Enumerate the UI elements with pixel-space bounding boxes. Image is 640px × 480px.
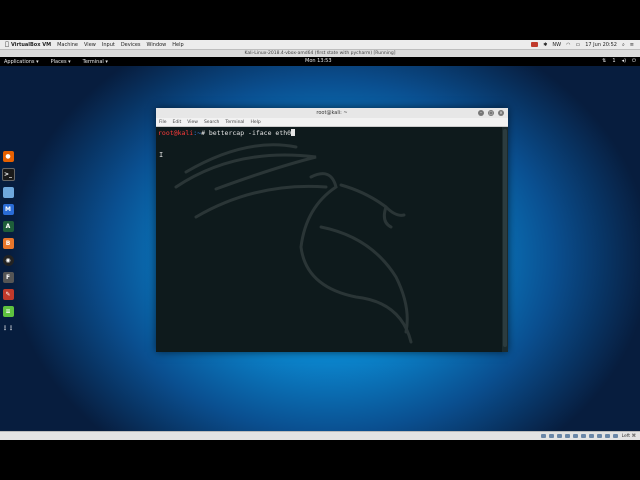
metasploit-icon[interactable]: M bbox=[2, 204, 14, 215]
power-icon[interactable]: ⏻ bbox=[632, 57, 636, 66]
terminal-body[interactable]: root@kali:~# bettercap -iface eth0 I bbox=[156, 127, 502, 352]
vm-status-bar: Left ⌘ bbox=[0, 431, 640, 440]
recording-icon[interactable] bbox=[596, 434, 602, 438]
virtualbox-status-icon[interactable] bbox=[531, 42, 539, 47]
menu-help[interactable]: Help bbox=[172, 42, 183, 48]
network-adapter-icon[interactable] bbox=[564, 434, 570, 438]
prompt-user: root@kali bbox=[158, 129, 194, 137]
menu-machine[interactable]: Machine bbox=[57, 42, 78, 48]
terminal-app-menu[interactable]: Terminal ▾ bbox=[83, 59, 108, 65]
guest-desktop: Applications ▾ Places ▾ Terminal ▾ Mon 1… bbox=[0, 57, 640, 431]
scrollbar-thumb[interactable] bbox=[503, 129, 507, 347]
mac-status-tray: ✱ NW ◠ ▭ 17 Jun 20:52 ⌕ ≡ bbox=[531, 42, 634, 48]
maximize-icon[interactable]: □ bbox=[488, 110, 494, 116]
terminal-menu-terminal[interactable]: Terminal bbox=[225, 120, 244, 125]
bluetooth-icon[interactable]: ✱ bbox=[543, 42, 547, 48]
menu-window[interactable]: Window bbox=[147, 42, 167, 48]
terminal-scrollbar[interactable] bbox=[502, 127, 508, 352]
hdd-icon[interactable] bbox=[540, 434, 546, 438]
menu-devices[interactable]: Devices bbox=[121, 42, 141, 48]
terminal-menubar: File Edit View Search Terminal Help bbox=[156, 118, 508, 127]
terminal-window[interactable]: root@kali: ~ – □ × File Edit View Search… bbox=[156, 108, 508, 352]
apple-icon[interactable]:  bbox=[3, 41, 11, 48]
vm-status-icons bbox=[540, 434, 618, 438]
menu-input[interactable]: Input bbox=[102, 42, 115, 48]
mac-clock[interactable]: 17 Jun 20:52 bbox=[585, 42, 617, 48]
volume-icon[interactable]: ◂) bbox=[622, 57, 626, 66]
usb-icon[interactable] bbox=[572, 434, 578, 438]
mouse-integration-icon[interactable] bbox=[612, 434, 618, 438]
search-icon[interactable]: ⌕ bbox=[622, 42, 625, 48]
prompt-line: root@kali:~# bettercap -iface eth0 bbox=[158, 129, 296, 137]
faraday-icon[interactable]: F bbox=[2, 272, 14, 283]
terminal-titlebar[interactable]: root@kali: ~ – □ × bbox=[156, 108, 508, 118]
terminal-title: root@kali: ~ bbox=[316, 110, 348, 116]
terminal-icon[interactable]: >_ bbox=[1, 168, 15, 181]
menu-virtualbox-vm[interactable]: VirtualBox VM bbox=[11, 42, 51, 48]
armitage-icon[interactable]: A bbox=[2, 221, 14, 232]
text-cursor bbox=[291, 129, 296, 136]
kali-dragon-watermark bbox=[174, 143, 413, 344]
places-menu[interactable]: Places ▾ bbox=[51, 59, 71, 65]
applications-menu[interactable]: Applications ▾ bbox=[4, 59, 39, 65]
cpu-icon[interactable] bbox=[604, 434, 610, 438]
optical-drive-icon[interactable] bbox=[548, 434, 554, 438]
display-icon[interactable] bbox=[588, 434, 594, 438]
maltego-icon[interactable]: ◉ bbox=[2, 255, 14, 266]
firefox-icon[interactable]: ● bbox=[2, 151, 14, 162]
command-text: bettercap -iface eth0 bbox=[204, 129, 292, 137]
minimize-icon[interactable]: – bbox=[478, 110, 484, 116]
gnome-clock[interactable]: Mon 13:53 bbox=[305, 57, 332, 66]
terminal-menu-edit[interactable]: Edit bbox=[173, 120, 182, 125]
terminal-menu-help[interactable]: Help bbox=[250, 120, 260, 125]
network-status[interactable]: NW bbox=[552, 42, 561, 48]
apps-grid-icon[interactable]: ⋮⋮ bbox=[2, 323, 14, 334]
menu-view[interactable]: View bbox=[84, 42, 96, 48]
workspace-indicator[interactable]: 1 bbox=[612, 57, 615, 66]
menu-list-icon[interactable]: ≡ bbox=[630, 42, 634, 48]
close-icon[interactable]: × bbox=[498, 110, 504, 116]
network-icon[interactable]: ⇅ bbox=[602, 57, 606, 66]
terminal-menu-search[interactable]: Search bbox=[204, 120, 219, 125]
leafpad-icon[interactable]: ≡ bbox=[2, 306, 14, 317]
gnome-top-bar: Applications ▾ Places ▾ Terminal ▾ Mon 1… bbox=[0, 57, 640, 66]
files-icon[interactable] bbox=[2, 187, 14, 198]
prompt-path: :~ bbox=[193, 129, 202, 137]
ibeam-cursor-icon: I bbox=[159, 151, 164, 159]
audio-icon[interactable] bbox=[556, 434, 562, 438]
terminal-menu-view[interactable]: View bbox=[187, 120, 198, 125]
terminal-menu-file[interactable]: File bbox=[159, 120, 167, 125]
gnome-tray: ⇅ 1 ◂) ⏻ bbox=[602, 57, 636, 66]
vm-window-title: Kali-Linux-2018.4-vbox-amd64 (first stat… bbox=[0, 50, 640, 57]
window-buttons: – □ × bbox=[478, 110, 504, 116]
burp-icon[interactable]: B bbox=[2, 238, 14, 249]
cherrytree-icon[interactable]: ✎ bbox=[2, 289, 14, 300]
shared-folder-icon[interactable] bbox=[580, 434, 586, 438]
host-key-label: Left ⌘ bbox=[621, 433, 636, 439]
wifi-icon[interactable]: ◠ bbox=[566, 42, 570, 48]
battery-icon[interactable]: ▭ bbox=[575, 42, 580, 48]
mac-menubar:  VirtualBox VM Machine View Input Devic… bbox=[0, 40, 640, 50]
favorites-dock: ● >_ M A B ◉ F ✎ ≡ ⋮⋮ bbox=[0, 151, 16, 334]
